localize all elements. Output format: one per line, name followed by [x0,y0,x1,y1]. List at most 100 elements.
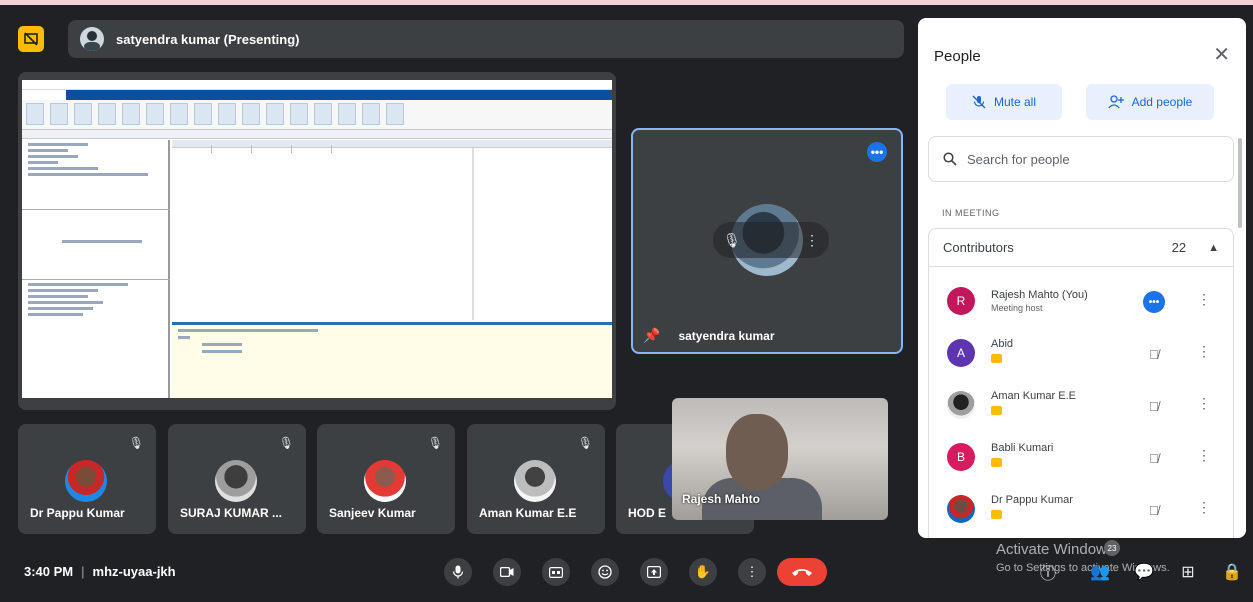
panel-scrollbar[interactable] [1238,138,1242,228]
presenter-label: satyendra kumar (Presenting) [116,31,300,47]
mic-off-icon: 🎙 [427,436,443,450]
participant-tile[interactable]: 🎙 Dr Pappu Kumar [18,424,156,534]
participant-tile[interactable]: 🎙 Aman Kumar E.E [467,424,605,534]
participant-avatar: B [947,443,975,471]
participant-row[interactable]: A Abid 🎙̸ ⋮ [929,327,1233,379]
emoji-icon [598,565,612,579]
mic-off-icon[interactable]: 🎙̸ [1143,343,1165,365]
presenter-bar: satyendra kumar (Presenting) [68,20,904,58]
participant-avatar: R [947,287,975,315]
more-vert-icon: ⋮ [745,564,759,579]
reactions-button[interactable] [591,558,619,586]
search-input[interactable] [967,151,1207,167]
chevron-up-icon[interactable]: ▲ [1208,242,1219,254]
presenting-icon[interactable] [18,26,44,52]
panel-title: People [934,48,981,65]
app-ribbon-tabs [22,90,612,100]
hang-up-icon [792,569,812,576]
mic-off-icon [972,95,986,109]
microphone-button[interactable] [444,558,472,586]
pin-icon[interactable]: 📌 [643,327,660,344]
more-options-icon[interactable]: ••• [1143,291,1165,313]
search-box[interactable] [928,136,1234,182]
participant-avatar [65,460,107,502]
app-command-window [172,322,612,398]
app-titlebar [22,80,612,90]
participant-name: SURAJ KUMAR ... [180,506,283,520]
participant-name: Sanjeev Kumar [329,506,416,520]
participant-name: Dr Pappu Kumar [991,494,1073,506]
camera-button[interactable] [493,558,521,586]
people-icon: 👥 [1090,564,1110,581]
shared-screen-content [22,80,612,398]
participant-row[interactable]: Dr Pappu Kumar 🎙̸ ⋮ [929,483,1233,535]
participant-tile[interactable]: 🎙 Sanjeev Kumar [317,424,455,534]
add-person-icon [1107,95,1124,109]
participant-role: Meeting host [991,303,1043,313]
mute-all-button[interactable]: Mute all [946,84,1062,120]
mic-off-icon: 🎙 [278,436,294,450]
more-vert-icon[interactable]: ⋮ [1197,291,1211,308]
meeting-code: mhz-uyaa-jkh [92,564,176,579]
participant-avatar: A [947,339,975,367]
meeting-details-button[interactable]: ⓘ [1036,560,1060,584]
participant-name: Aman Kumar E.E [991,390,1076,402]
featured-participant-tile[interactable]: ••• 🎙 ⋮ 📌 satyendra kumar [631,128,903,354]
mic-off-icon: 🎙 [577,436,593,450]
close-icon[interactable]: ✕ [1213,42,1230,67]
tile-hover-controls[interactable]: 🎙 ⋮ [713,222,829,258]
mic-off-icon[interactable]: 🎙 [723,232,741,249]
participant-name: Abid [991,338,1014,350]
shared-screen-tile[interactable] [18,72,616,410]
leave-call-button[interactable] [777,558,827,586]
self-name: Rajesh Mahto [682,492,761,506]
app-file-browser [22,140,170,398]
presenting-tag-icon [991,510,1002,519]
group-count: 22 [1171,240,1187,255]
presenter-avatar [80,27,104,51]
chat-button[interactable]: 💬 [1132,560,1156,584]
host-controls-button[interactable]: 🔒 [1220,560,1244,584]
participant-name: Babli Kumari [991,442,1054,454]
participant-name: Aman Kumar E.E [479,506,577,520]
more-options-icon[interactable]: ••• [867,142,887,162]
window-top-strip [0,0,1253,5]
mic-off-icon[interactable]: 🎙̸ [1143,447,1165,469]
participant-avatar [947,391,975,419]
present-screen-button[interactable] [640,558,668,586]
participant-name: satyendra kumar [678,328,775,343]
self-video-tile[interactable]: Rajesh Mahto [672,398,888,520]
group-label: Contributors [943,240,1014,255]
mic-off-icon[interactable]: 🎙̸ [1143,499,1165,521]
add-people-button[interactable]: Add people [1086,84,1214,120]
mic-off-icon[interactable]: 🎙̸ [1143,395,1165,417]
more-vert-icon[interactable]: ⋮ [1197,447,1211,464]
search-icon [943,152,957,166]
chat-icon: 💬 [1134,564,1154,581]
participant-name: Dr Pappu Kumar [30,506,125,520]
hand-icon: ✋ [694,564,712,579]
presenting-tag-icon [991,406,1002,415]
participant-row[interactable]: R Rajesh Mahto (You) Meeting host ••• ⋮ [929,275,1233,327]
participant-tile[interactable]: 🎙 SURAJ KUMAR ... [168,424,306,534]
lock-icon: 🔒 [1222,564,1242,581]
more-vert-icon[interactable]: ⋮ [1197,343,1211,360]
people-button[interactable]: 👥 [1088,560,1112,584]
app-editor [172,140,612,320]
mic-icon [452,565,464,579]
more-options-button[interactable]: ⋮ [738,558,766,586]
mic-off-icon: 🎙 [128,436,144,450]
participant-row[interactable]: Aman Kumar E.E 🎙̸ ⋮ [929,379,1233,431]
presenting-tag-icon [991,458,1002,467]
activities-button[interactable]: ⊞ [1176,560,1200,584]
participant-row[interactable]: B Babli Kumari 🎙̸ ⋮ [929,431,1233,483]
section-label: IN MEETING [942,208,1000,218]
participant-avatar [364,460,406,502]
presenting-tag-icon [991,354,1002,363]
contributors-header[interactable]: Contributors 22 ▲ [929,229,1233,267]
raise-hand-button[interactable]: ✋ [689,558,717,586]
more-vert-icon[interactable]: ⋮ [1197,395,1211,412]
more-vert-icon[interactable]: ⋮ [1197,499,1211,516]
captions-button[interactable] [542,558,570,586]
more-vert-icon[interactable]: ⋮ [805,232,819,249]
